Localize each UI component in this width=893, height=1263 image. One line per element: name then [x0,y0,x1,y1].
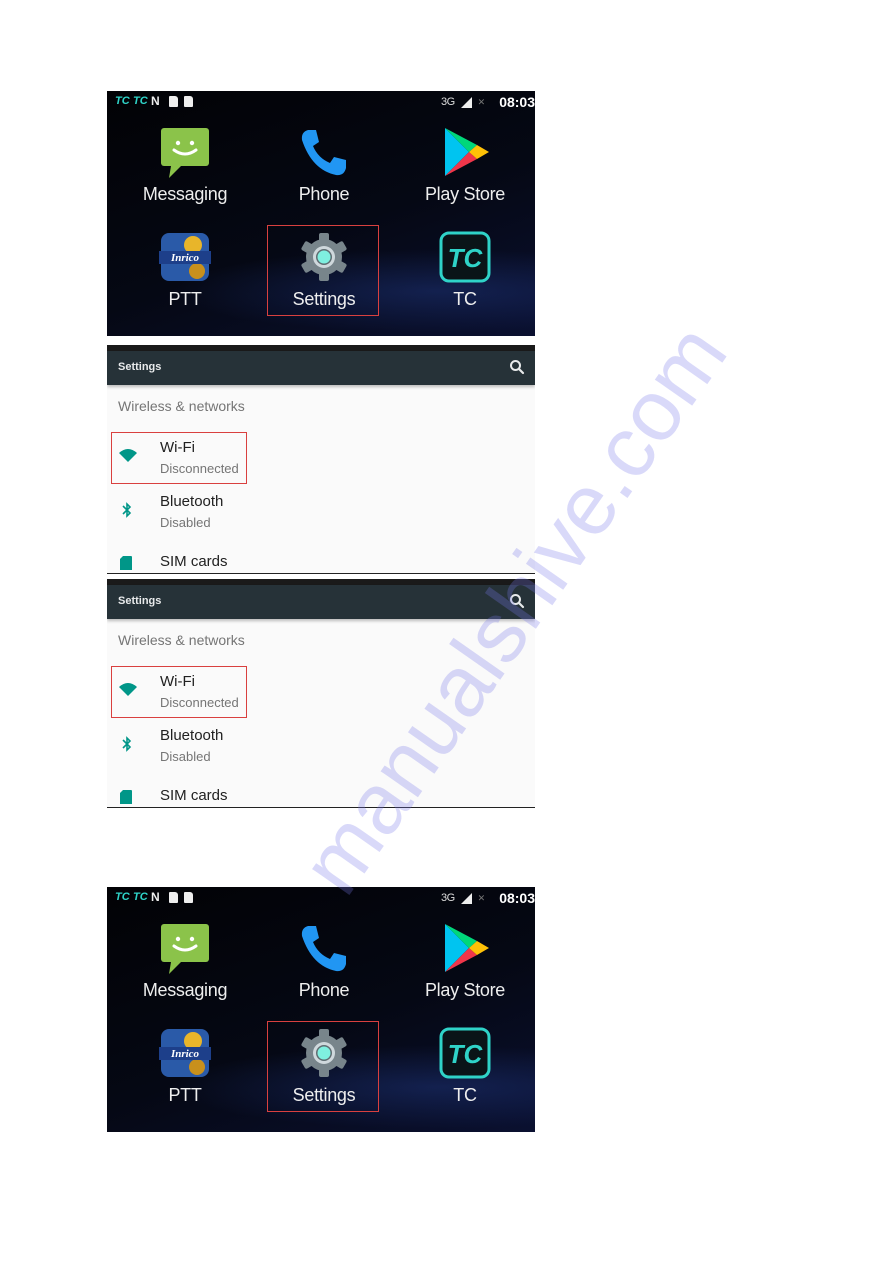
tc-app-icon: TC [439,231,491,283]
settings-toolbar: Settings [107,351,535,385]
highlight-box-wifi [111,432,247,484]
app-tc[interactable]: TC TC [395,1027,535,1106]
sd-card-icon [184,95,193,107]
home-screen-2: TC TC N 3G ✕ 08:03 Messaging Phone Play … [107,887,535,1132]
inrico-ptt-icon: Inrico [159,231,211,283]
home-screen-1: TC TC N 3G ✕ 08:03 Messaging Phone Play … [107,91,535,336]
app-label: PTT [168,1085,202,1105]
inrico-ptt-icon: Inrico [159,1027,211,1079]
app-label: Messaging [142,980,228,1000]
app-label: Phone [298,184,350,204]
highlight-box-settings [267,1021,379,1112]
app-messaging[interactable]: Messaging [115,922,255,1001]
app-label: Play Store [424,184,506,204]
item-title: Bluetooth [160,727,224,744]
bluetooth-icon [119,502,135,518]
tc-notification-icon: TC [115,95,130,107]
app-messaging[interactable]: Messaging [115,126,255,205]
no-sim-icon: ✕ [477,96,486,107]
app-play-store[interactable]: Play Store [395,922,535,1001]
app-ptt[interactable]: Inrico PTT [115,231,255,310]
tc-app-icon: TC [439,1027,491,1079]
app-label: PTT [168,289,202,309]
status-bar: TC TC N 3G ✕ 08:03 [107,91,535,113]
app-label: TC [453,1085,477,1105]
settings-item-sim-cards[interactable]: SIM cards [107,786,535,807]
svg-text:TC: TC [448,1039,484,1069]
settings-item-bluetooth[interactable]: Bluetooth Disabled [107,488,535,538]
settings-item-sim-cards[interactable]: SIM cards [107,552,535,573]
search-icon[interactable] [509,359,525,375]
clock: 08:03 [499,890,535,906]
app-phone[interactable]: Phone [254,922,394,1001]
highlight-box-settings [267,225,379,316]
item-title: SIM cards [160,553,228,570]
svg-text:Inrico: Inrico [170,1048,200,1060]
signal-icon [460,892,472,904]
network-type: 3G [440,96,455,108]
section-header: Wireless & networks [118,632,245,648]
play-store-icon [439,922,491,974]
status-bar: TC TC N 3G ✕ 08:03 [107,887,535,909]
tc-notification-icon: TC [133,891,148,903]
item-title: SIM cards [160,787,228,804]
settings-screen-2: Settings Wireless & networks Wi-Fi Disco… [107,579,535,808]
svg-text:TC: TC [448,243,484,273]
phone-icon [298,126,350,178]
app-play-store[interactable]: Play Store [395,126,535,205]
nfc-icon: N [151,94,160,108]
settings-title: Settings [118,361,162,373]
app-label: Messaging [142,184,228,204]
settings-item-bluetooth[interactable]: Bluetooth Disabled [107,722,535,772]
app-label: Phone [298,980,350,1000]
play-store-icon [439,126,491,178]
settings-toolbar: Settings [107,585,535,619]
section-header: Wireless & networks [118,398,245,414]
clock: 08:03 [499,94,535,110]
search-icon[interactable] [509,593,525,609]
app-label: TC [453,289,477,309]
sim-card-icon [169,95,178,107]
app-tc[interactable]: TC TC [395,231,535,310]
signal-icon [460,96,472,108]
app-label: Play Store [424,980,506,1000]
item-title: Bluetooth [160,493,224,510]
tc-notification-icon: TC [115,891,130,903]
no-sim-icon: ✕ [477,892,486,903]
tc-notification-icon: TC [133,95,148,107]
messaging-icon [159,922,211,974]
bluetooth-icon [119,736,135,752]
item-subtitle: Disabled [160,515,211,530]
app-ptt[interactable]: Inrico PTT [115,1027,255,1106]
item-subtitle: Disabled [160,749,211,764]
svg-text:Inrico: Inrico [170,252,200,264]
network-type: 3G [440,892,455,904]
app-phone[interactable]: Phone [254,126,394,205]
messaging-icon [159,126,211,178]
settings-screen-1: Settings Wireless & networks Wi-Fi Disco… [107,345,535,574]
phone-icon [298,922,350,974]
sim-card-icon [169,891,178,903]
settings-title: Settings [118,595,162,607]
sim-card-icon [119,789,135,805]
sim-card-icon [119,555,135,571]
nfc-icon: N [151,890,160,904]
highlight-box-wifi [111,666,247,718]
sd-card-icon [184,891,193,903]
